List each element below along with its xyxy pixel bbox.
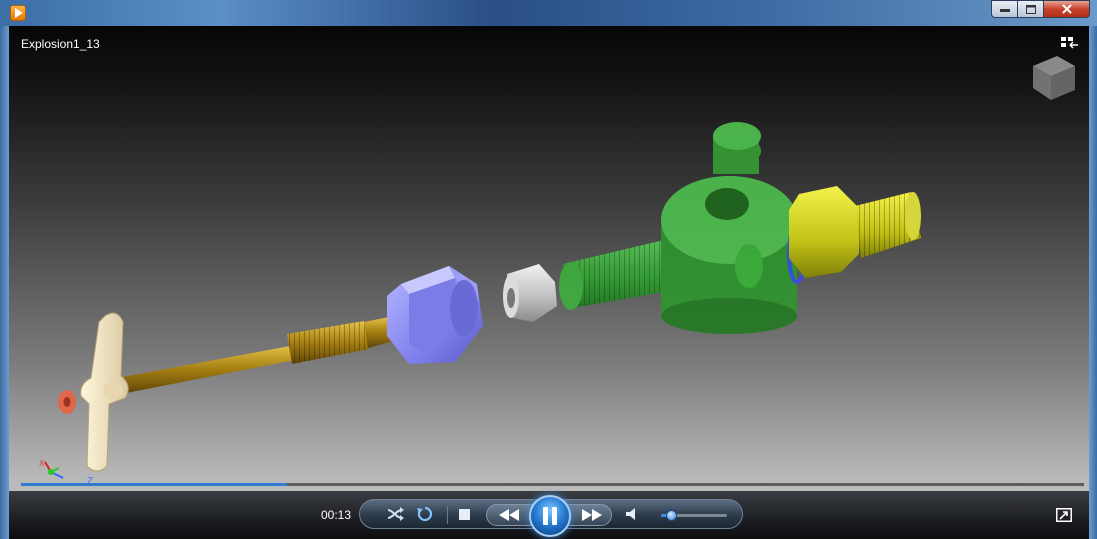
stop-button[interactable] (455, 505, 473, 523)
seek-bar-progress (21, 483, 287, 486)
repeat-icon (417, 506, 433, 522)
speaker-icon (626, 508, 635, 520)
rewind-icon (499, 509, 519, 521)
video-title: Explosion1_13 (21, 37, 100, 51)
controls-separator (447, 506, 448, 524)
minimize-button[interactable] (991, 0, 1018, 18)
media-player-window: Explosion1_13 X Z 00:13 (0, 0, 1097, 539)
switch-view-icon (1056, 508, 1072, 522)
ferrule-part (503, 264, 557, 322)
brass-stem-part (117, 314, 401, 394)
maximize-button[interactable] (1017, 0, 1044, 18)
green-valve-body-part (559, 122, 797, 334)
elapsed-time: 00:13 (321, 508, 352, 522)
maximize-icon (1025, 4, 1036, 14)
play-pause-button[interactable] (529, 495, 571, 537)
exploded-assembly-render (58, 122, 921, 472)
close-icon (1061, 4, 1072, 14)
title-bar[interactable] (0, 0, 1097, 26)
mute-button[interactable] (623, 505, 641, 523)
repeat-button[interactable] (414, 503, 436, 525)
fullscreen-toggle-icon[interactable] (1061, 37, 1081, 53)
media-player-icon[interactable] (10, 5, 26, 21)
yellow-fitting-part (789, 186, 921, 278)
axis-label-x: X (39, 459, 45, 468)
volume-slider-handle[interactable] (665, 510, 677, 521)
seek-bar[interactable] (21, 483, 1084, 486)
video-viewport[interactable]: Explosion1_13 X Z 00:13 (9, 26, 1089, 539)
volume-slider[interactable] (661, 510, 727, 521)
shuffle-button[interactable] (384, 503, 406, 525)
stop-icon (458, 508, 470, 520)
switch-to-library-button[interactable] (1055, 507, 1073, 523)
wing-handle-part (80, 312, 129, 472)
blue-hex-nut-part (387, 266, 483, 364)
window-frame-right (1089, 26, 1097, 539)
viewcube-icon[interactable] (1027, 52, 1079, 104)
previous-button[interactable] (494, 504, 524, 526)
playback-controls-bar: 00:13 (9, 491, 1089, 539)
close-button[interactable] (1043, 0, 1090, 18)
fast-forward-icon (582, 509, 602, 521)
minimize-icon (999, 9, 1010, 12)
pause-icon (543, 507, 557, 525)
window-frame-left (0, 26, 9, 539)
shuffle-icon (387, 507, 404, 521)
next-button[interactable] (577, 504, 607, 526)
orange-washer-part (58, 390, 76, 414)
